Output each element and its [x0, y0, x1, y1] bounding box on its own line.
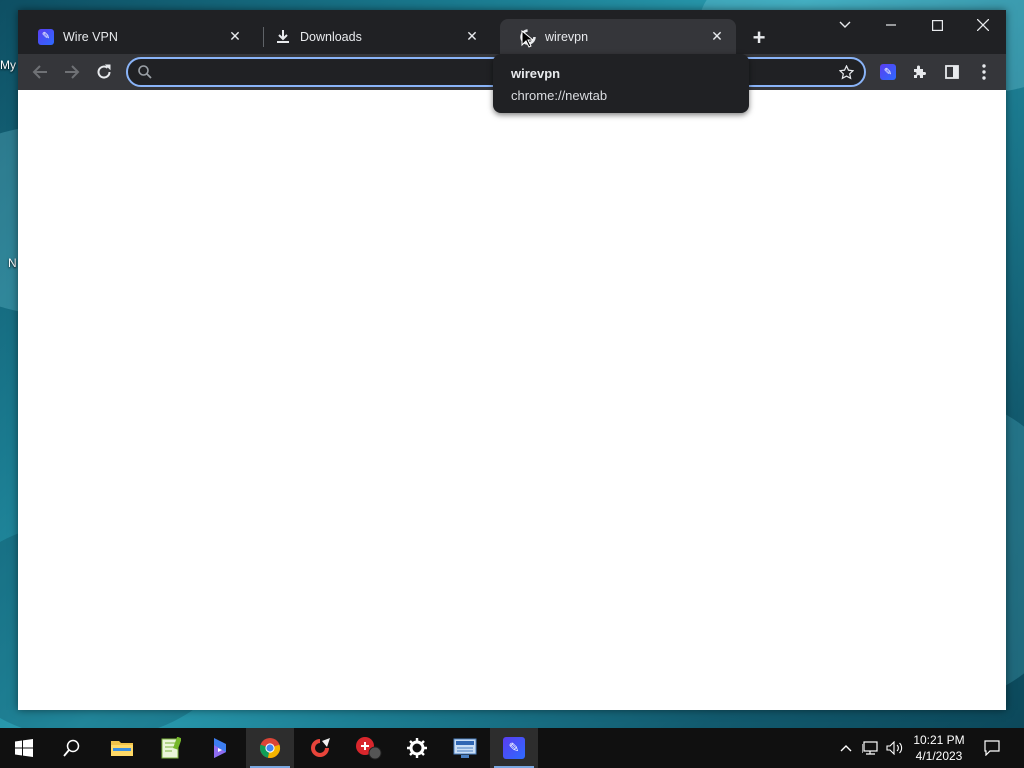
- tab-title: Downloads: [300, 29, 362, 44]
- arrow-left-icon: [32, 65, 47, 79]
- clock-date: 4/1/2023: [915, 749, 963, 763]
- tab-downloads[interactable]: Downloads ✕: [255, 19, 491, 54]
- start-icon: [15, 739, 33, 757]
- clock-time: 10:21 PM: [913, 733, 965, 747]
- hover-card-title: wirevpn: [511, 66, 561, 81]
- network-app-icon: [453, 738, 477, 758]
- taskbar-ccleaner[interactable]: [296, 728, 344, 768]
- arrow-right-icon: [65, 65, 80, 79]
- close-window-button[interactable]: [960, 10, 1006, 40]
- notepad-plus-icon: [161, 737, 181, 759]
- back-button[interactable]: [26, 58, 54, 86]
- star-icon[interactable]: [839, 65, 854, 80]
- menu-button[interactable]: [970, 58, 998, 86]
- minimize-icon: [886, 24, 896, 26]
- close-icon[interactable]: ✕: [708, 28, 726, 46]
- taskbar-clock[interactable]: 10:21 PM 4/1/2023: [906, 732, 972, 764]
- wire-vpn-extension-button[interactable]: ✎: [874, 58, 902, 86]
- search-icon: [63, 739, 80, 757]
- minimize-button[interactable]: [868, 10, 914, 40]
- forward-button[interactable]: [58, 58, 86, 86]
- taskbar-network-app[interactable]: [441, 728, 489, 768]
- tab-search-button[interactable]: [822, 10, 868, 40]
- taskbar-copilot[interactable]: [196, 728, 244, 768]
- download-icon: [275, 29, 291, 45]
- start-button[interactable]: [0, 728, 48, 768]
- volume-icon: [886, 741, 903, 755]
- taskbar-file-explorer[interactable]: [98, 728, 146, 768]
- reload-button[interactable]: [90, 58, 118, 86]
- search-icon: [138, 65, 152, 79]
- taskbar: ✎ 10:21 PM 4/1/2023: [0, 728, 1024, 768]
- kebab-menu-icon: [982, 64, 986, 80]
- taskbar-wire-vpn[interactable]: ✎: [490, 728, 538, 768]
- desktop-icon-label[interactable]: My: [0, 58, 16, 72]
- copilot-icon: [214, 738, 226, 758]
- puzzle-icon: [914, 65, 926, 78]
- hover-card-url: chrome://newtab: [511, 88, 608, 103]
- taskbar-chrome[interactable]: [246, 728, 294, 768]
- close-icon: [977, 19, 989, 31]
- ccleaner-icon: [311, 738, 330, 757]
- notification-icon: [984, 740, 1000, 756]
- maximize-button[interactable]: [914, 10, 960, 40]
- taskbar-settings[interactable]: [393, 728, 441, 768]
- wire-vpn-icon: ✎: [38, 28, 54, 45]
- tray-network[interactable]: [860, 728, 882, 768]
- tab-title: Wire VPN: [63, 29, 118, 44]
- mouse-cursor-icon: [521, 30, 533, 48]
- tray-overflow-button[interactable]: [836, 728, 856, 768]
- tray-volume[interactable]: [884, 728, 906, 768]
- file-explorer-icon: [111, 741, 133, 756]
- tab-wirevpn[interactable]: wirevpn ✕: [500, 19, 736, 54]
- tab-wire-vpn[interactable]: ✎ Wire VPN ✕: [18, 19, 254, 54]
- tab-strip: ✎ Wire VPN ✕ Downloads ✕ wirevpn ✕ +: [18, 10, 1006, 54]
- chrome-icon: [260, 738, 280, 759]
- action-center-button[interactable]: [978, 728, 1006, 768]
- desktop-icon-label[interactable]: N: [8, 256, 17, 270]
- settings-icon: [407, 738, 427, 758]
- chevron-up-icon: [840, 745, 852, 752]
- security-icon: [356, 737, 382, 760]
- taskbar-security-app[interactable]: [344, 728, 392, 768]
- wire-vpn-icon: ✎: [503, 737, 525, 759]
- side-panel-icon: [945, 65, 959, 79]
- reload-icon: [97, 64, 111, 79]
- chevron-down-icon: [839, 21, 851, 28]
- browser-window: ✎ Wire VPN ✕ Downloads ✕ wirevpn ✕ + ✎: [18, 10, 1006, 710]
- tab-hover-card: wirevpn chrome://newtab: [493, 54, 749, 113]
- maximize-icon: [931, 19, 943, 31]
- new-tab-button[interactable]: +: [746, 25, 772, 51]
- network-icon: [862, 741, 878, 755]
- extensions-button[interactable]: [906, 58, 934, 86]
- close-icon[interactable]: ✕: [226, 28, 244, 46]
- tab-title: wirevpn: [545, 29, 589, 44]
- side-panel-button[interactable]: [938, 58, 966, 86]
- page-content[interactable]: [18, 90, 1006, 710]
- wire-vpn-icon: ✎: [880, 64, 896, 80]
- search-button[interactable]: [48, 728, 96, 768]
- close-icon[interactable]: ✕: [463, 28, 481, 46]
- taskbar-notepad-plus[interactable]: [147, 728, 195, 768]
